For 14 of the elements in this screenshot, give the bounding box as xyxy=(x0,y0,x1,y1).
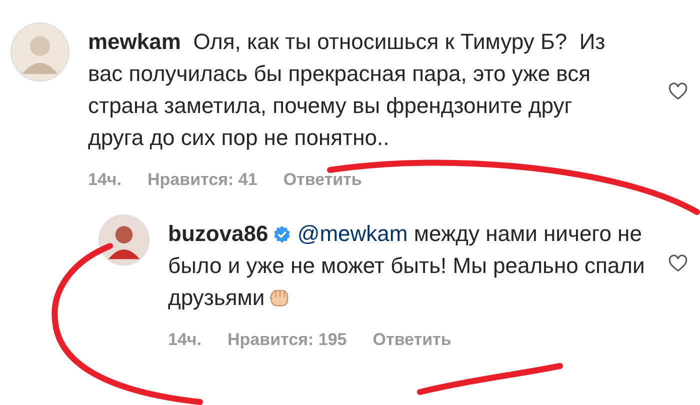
reply-link[interactable]: Ответить xyxy=(372,330,452,350)
likes-link[interactable]: Нравится: 195 xyxy=(228,330,347,350)
comment-text: buzova86 @mewkam между нами ничего не было и уже не может быть! Мы реально спали друзьями xyxy=(168,220,646,312)
heart-icon[interactable] xyxy=(668,254,688,274)
username-link[interactable]: buzova86 xyxy=(168,221,268,246)
comment-time: 14ч. xyxy=(168,330,202,350)
reply-link[interactable]: Ответить xyxy=(283,170,362,190)
comment-time: 14ч. xyxy=(88,170,122,190)
heart-icon[interactable] xyxy=(668,82,688,102)
mention-link[interactable]: @mewkam xyxy=(297,221,408,246)
likes-link[interactable]: Нравится: 41 xyxy=(148,170,258,190)
avatar[interactable] xyxy=(98,214,150,266)
comment-text: mewkam Оля, как ты относишься к Тимуру Б? Из вас получилась бы прекрасная пара, это уже вся страна заметила, почему вы френдзоните друг друга до сих пор не понятно.. xyxy=(88,28,606,152)
username-link[interactable]: mewkam xyxy=(88,29,181,54)
